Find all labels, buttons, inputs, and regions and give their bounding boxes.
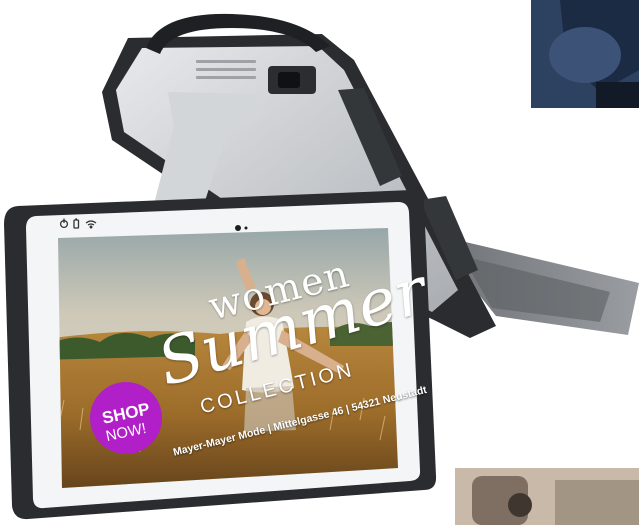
shop-now-badge xyxy=(90,382,162,454)
tablet-photo-scene xyxy=(4,0,639,525)
thumbnail-bottom-right xyxy=(455,468,639,525)
thumbnail-top-right xyxy=(531,0,639,108)
front-tablet xyxy=(4,190,437,520)
tablet-screen xyxy=(58,228,398,488)
